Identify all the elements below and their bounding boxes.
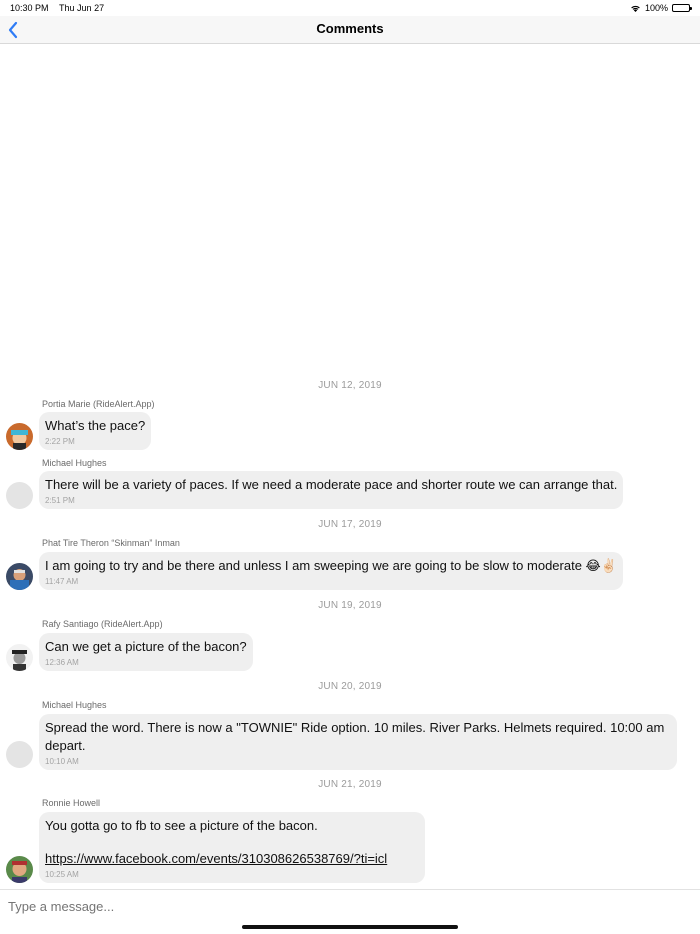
avatar[interactable] [6, 423, 33, 450]
message-time: 10:10 AM [45, 757, 79, 766]
message-text: Spread the word. There is now a "TOWNIE"… [45, 720, 665, 753]
message-time: 10:25 AM [45, 870, 79, 879]
message-sender: Michael Hughes [42, 700, 107, 710]
avatar[interactable] [6, 482, 33, 509]
avatar[interactable] [6, 563, 33, 590]
message-sender: Ronnie Howell [42, 798, 101, 808]
message-text: Can we get a picture of the bacon? [45, 639, 247, 654]
avatar[interactable] [6, 856, 33, 883]
message-text: There will be a variety of paces. If we … [45, 477, 618, 492]
date-separator: JUN 21, 2019 [318, 779, 382, 790]
date-separator: JUN 19, 2019 [318, 600, 382, 611]
battery-icon [672, 4, 692, 12]
wifi-icon [631, 5, 640, 12]
message-time: 2:22 PM [45, 437, 75, 446]
message-input[interactable] [8, 899, 688, 914]
message-bubble: What’s the pace? 2:22 PM [39, 412, 152, 450]
avatar[interactable] [6, 644, 33, 671]
message-bubble: There will be a variety of paces. If we … [39, 471, 624, 509]
page-title: Comments [316, 21, 384, 36]
message-time: 12:36 AM [45, 658, 79, 667]
message-bubble: I am going to try and be there and unles… [39, 552, 623, 590]
message-sender: Michael Hughes [42, 458, 107, 468]
message-sender: Phat Tire Theron “Skinman” Inman [42, 538, 180, 548]
status-bar: 10:30 PM Thu Jun 27 100% [0, 0, 700, 16]
message-sender: Rafy Santiago (RideAlert.App) [42, 619, 163, 629]
date-separator: JUN 20, 2019 [318, 681, 382, 692]
message-text: I am going to try and be there and unles… [45, 558, 617, 573]
message-sender: Portia Marie (RideAlert.App) [42, 399, 155, 409]
avatar[interactable] [6, 741, 33, 768]
message-time: 2:51 PM [45, 496, 75, 505]
message-link[interactable]: https://www.facebook.com/events/31030862… [45, 850, 419, 868]
message-time: 11:47 AM [45, 577, 79, 586]
message-bubble: Can we get a picture of the bacon? 12:36… [39, 633, 253, 671]
battery-percent: 100% [644, 3, 668, 13]
message-text: What’s the pace? [45, 418, 146, 433]
message-composer [0, 889, 700, 934]
message-text: You gotta go to fb to see a picture of t… [45, 818, 318, 833]
message-bubble: You gotta go to fb to see a picture of t… [39, 812, 425, 883]
date-separator: JUN 12, 2019 [318, 380, 382, 391]
status-date: Thu Jun 27 [59, 3, 105, 13]
message-bubble: Spread the word. There is now a "TOWNIE"… [39, 714, 677, 770]
date-separator: JUN 17, 2019 [318, 519, 382, 530]
nav-bar: Comments [0, 16, 700, 44]
status-time: 10:30 PM [10, 3, 49, 13]
comment-feed[interactable]: JUN 12, 2019 Portia Marie (RideAlert.App… [0, 44, 700, 890]
home-indicator [242, 925, 458, 929]
